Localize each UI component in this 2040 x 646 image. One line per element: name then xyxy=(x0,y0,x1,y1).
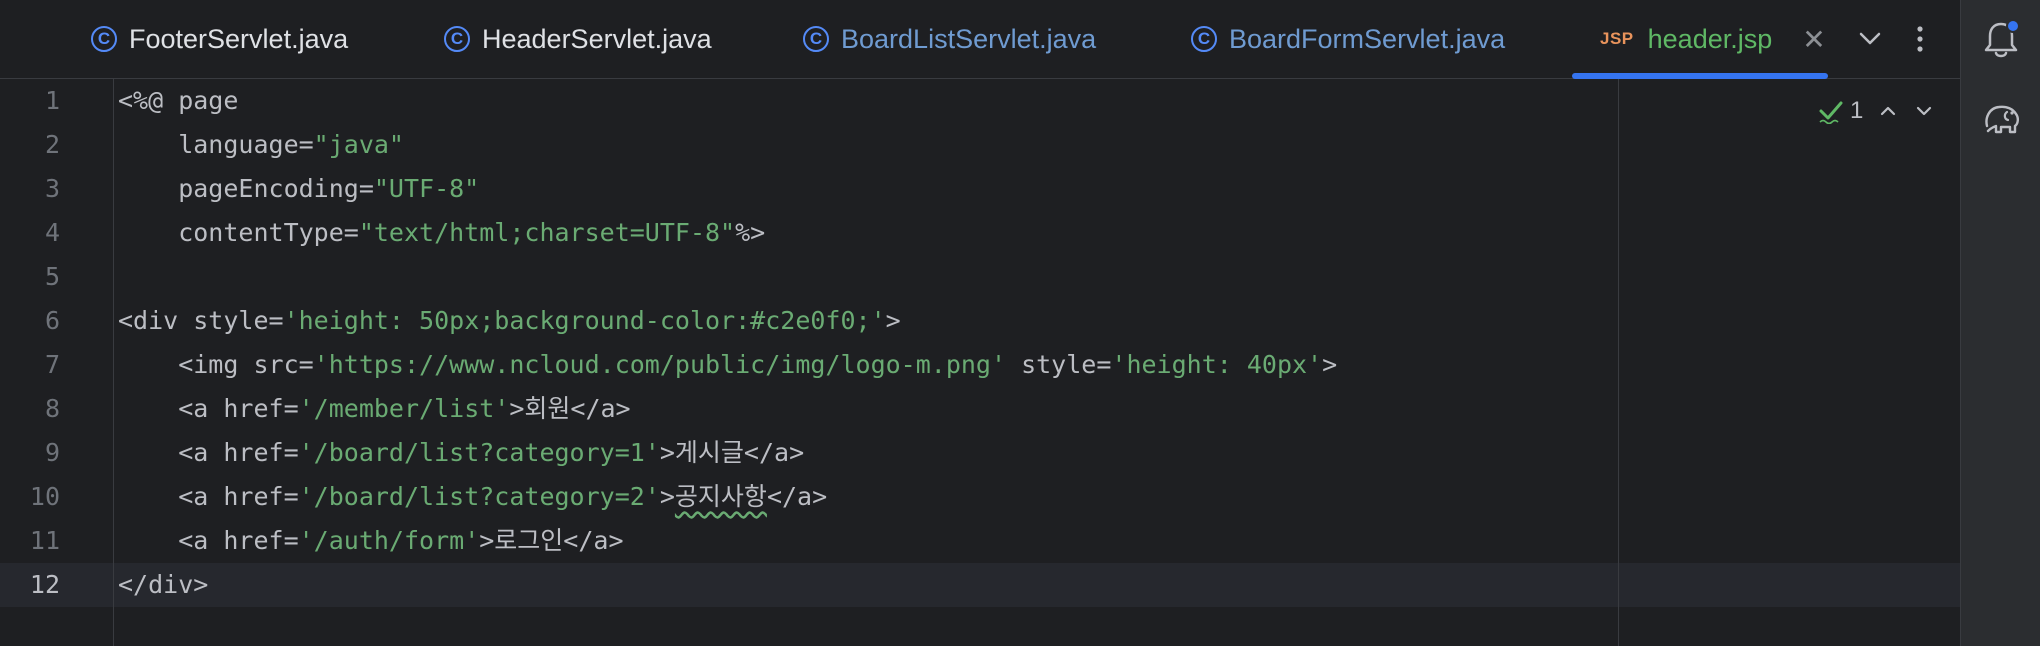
code-text: language="java" xyxy=(118,123,404,167)
code-token: <a href= xyxy=(118,482,299,511)
string-literal: '/board/list?category=1' xyxy=(298,438,660,467)
code-line[interactable]: 6 <div style='height: 50px;background-col… xyxy=(0,299,1960,343)
string-literal: '/board/list?category=2' xyxy=(298,482,660,511)
string-literal: '/member/list' xyxy=(298,394,510,423)
code-text: <a href='/member/list'>회원</a> xyxy=(118,387,631,431)
code-line[interactable]: 7 <img src='https://www.ncloud.com/publi… xyxy=(0,343,1960,387)
code-text: <a href='/board/list?category=1'>게시글</a> xyxy=(118,431,804,475)
line-number: 9 xyxy=(44,438,60,467)
code-token: 공지사항 xyxy=(674,482,767,511)
code-token: <a href= xyxy=(118,526,299,555)
string-literal: '/auth/form' xyxy=(298,526,480,555)
right-tool-strip xyxy=(1960,0,2040,646)
tab-footer-servlet[interactable]: C FooterServlet.java xyxy=(91,0,348,78)
code-line[interactable]: 12 </div> xyxy=(0,563,1960,607)
tab-label: FooterServlet.java xyxy=(129,23,349,54)
code-line[interactable]: 3 pageEncoding="UTF-8" xyxy=(0,167,1960,211)
code-text: contentType="text/html;charset=UTF-8"%> xyxy=(118,211,765,255)
code-token: <a href= xyxy=(118,394,299,423)
code-line[interactable]: 8 <a href='/member/list'>회원</a> xyxy=(0,387,1960,431)
code-text: </div> xyxy=(118,563,208,607)
line-number: 2 xyxy=(44,130,60,159)
code-token: contentType= xyxy=(118,218,359,247)
string-literal: 'https://www.ncloud.com/public/img/logo-… xyxy=(313,350,1007,379)
line-number: 4 xyxy=(44,218,60,247)
code-line[interactable]: 2 language="java" xyxy=(0,123,1960,167)
line-number: 6 xyxy=(44,306,60,335)
code-token: <a href= xyxy=(118,438,299,467)
editor-tab-bar: C FooterServlet.java C HeaderServlet.jav… xyxy=(0,0,1960,79)
chevron-down-icon[interactable] xyxy=(1853,22,1887,56)
code-token: language= xyxy=(118,130,314,159)
code-text: <a href='/board/list?category=2'>공지사항</a… xyxy=(118,475,827,519)
tab-label: HeaderServlet.java xyxy=(482,23,712,54)
line-number: 7 xyxy=(44,350,60,379)
java-class-icon: C xyxy=(91,26,117,52)
more-vertical-icon[interactable] xyxy=(1905,20,1935,58)
tab-header-jsp[interactable]: JSP header.jsp ✕ xyxy=(1600,0,1826,78)
code-token: </a> xyxy=(766,482,828,511)
code-text: <a href='/auth/form'>로그인</a> xyxy=(118,519,624,563)
line-number: 3 xyxy=(44,174,60,203)
code-token: > xyxy=(885,306,901,335)
code-text: <div style='height: 50px;background-colo… xyxy=(118,299,901,343)
line-number: 10 xyxy=(29,482,60,511)
notifications-bell-icon[interactable] xyxy=(1981,18,2021,60)
code-token: </div> xyxy=(118,570,209,599)
tab-label: header.jsp xyxy=(1647,23,1773,54)
line-number: 5 xyxy=(44,262,60,291)
code-token: > xyxy=(1322,350,1338,379)
code-token: <div style= xyxy=(118,306,284,335)
code-token: <img src= xyxy=(118,350,314,379)
code-editor[interactable]: 1 1 <%@ page 2 language="java" 3 pageEncodi… xyxy=(0,79,1960,646)
database-elephant-icon[interactable] xyxy=(1979,96,2023,140)
code-line[interactable]: 10 <a href='/board/list?category=2'>공지사항… xyxy=(0,475,1960,519)
code-token: >게시글</a> xyxy=(659,438,805,467)
string-literal: "java" xyxy=(313,130,404,159)
line-number: 8 xyxy=(44,394,60,423)
close-icon[interactable]: ✕ xyxy=(1802,23,1825,56)
jsp-file-icon: JSP xyxy=(1600,29,1634,48)
code-line[interactable]: 1 <%@ page xyxy=(0,79,1960,123)
line-number: 11 xyxy=(29,526,60,555)
code-token: <%@ page xyxy=(118,86,239,115)
tab-header-servlet[interactable]: C HeaderServlet.java xyxy=(444,0,712,78)
code-line[interactable]: 9 <a href='/board/list?category=1'>게시글</… xyxy=(0,431,1960,475)
string-literal: 'height: 50px;background-color:#c2e0f0;' xyxy=(283,306,886,335)
code-text: <%@ page xyxy=(118,79,238,123)
code-line[interactable]: 4 contentType="text/html;charset=UTF-8"%… xyxy=(0,211,1960,255)
code-token: pageEncoding= xyxy=(118,174,374,203)
code-line[interactable]: 11 <a href='/auth/form'>로그인</a> xyxy=(0,519,1960,563)
code-line[interactable]: 5 xyxy=(0,255,1960,299)
tab-board-list-servlet[interactable]: C BoardListServlet.java xyxy=(803,0,1096,78)
code-token: style= xyxy=(1006,350,1112,379)
java-class-icon: C xyxy=(803,26,829,52)
line-number: 1 xyxy=(44,86,60,115)
code-token: >로그인</a> xyxy=(479,526,624,555)
code-token: %> xyxy=(735,218,766,247)
tab-label: BoardFormServlet.java xyxy=(1229,23,1506,54)
java-class-icon: C xyxy=(1191,26,1217,52)
code-token: >회원</a> xyxy=(509,394,631,423)
tab-label: BoardListServlet.java xyxy=(841,23,1097,54)
code-text: pageEncoding="UTF-8" xyxy=(118,167,479,211)
java-class-icon: C xyxy=(444,26,470,52)
string-literal: 'height: 40px' xyxy=(1111,350,1323,379)
line-number: 12 xyxy=(29,570,60,599)
code-token: > xyxy=(659,482,675,511)
string-literal: "text/html;charset=UTF-8" xyxy=(358,218,736,247)
tab-board-form-servlet[interactable]: C BoardFormServlet.java xyxy=(1191,0,1505,78)
string-literal: "UTF-8" xyxy=(373,174,480,203)
code-text: <img src='https://www.ncloud.com/public/… xyxy=(118,343,1337,387)
